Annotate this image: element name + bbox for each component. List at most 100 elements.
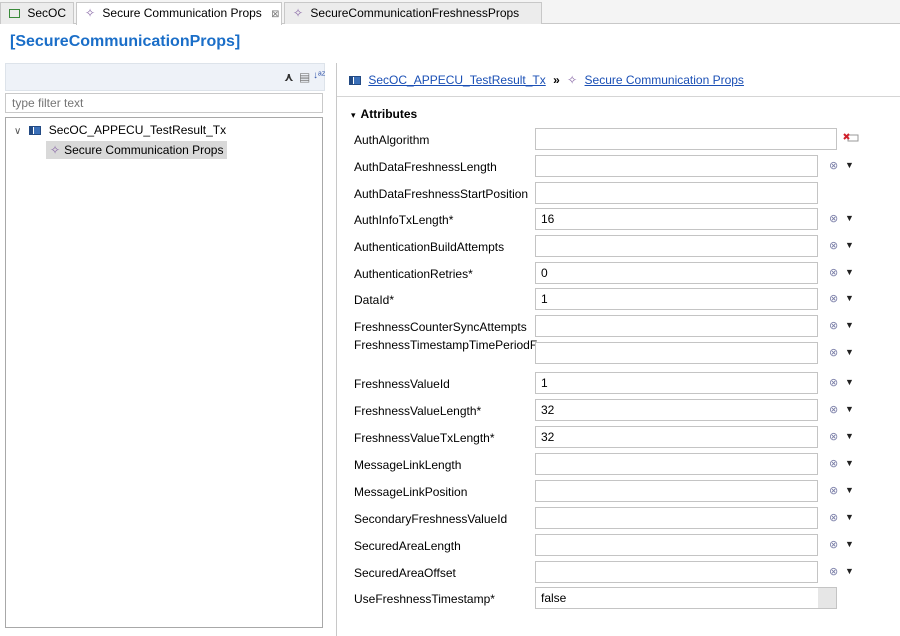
attribute-label: FreshnessValueTxLength*	[354, 431, 495, 445]
sort-alpha-icon[interactable]: ↓ᵃᶻ	[313, 70, 325, 81]
tab-label: SecOC	[27, 6, 67, 20]
close-icon[interactable]: ⊠	[271, 9, 279, 20]
breadcrumb-separator: »	[553, 73, 560, 87]
dropdown-arrow-icon[interactable]: ▼	[845, 539, 854, 549]
attribute-value-field[interactable]: 16	[535, 208, 818, 230]
attribute-row: UseFreshnessTimestamp* false	[337, 586, 900, 613]
prop-icon: ✧	[567, 73, 578, 87]
tab-label: Secure Communication Props	[102, 6, 262, 20]
reference-icon[interactable]: ⊗	[829, 346, 838, 359]
attribute-label: FreshnessTimestampTimePeriodF...	[354, 338, 546, 352]
reference-icon[interactable]: ⊗	[829, 484, 838, 497]
dropdown-arrow-icon[interactable]: ▼	[845, 404, 854, 414]
tree-item-label: SecOC_APPECU_TestResult_Tx	[48, 123, 227, 137]
reference-icon[interactable]: ⊗	[829, 403, 838, 416]
dropdown-arrow-icon[interactable]: ▼	[845, 485, 854, 495]
attribute-value-field[interactable]	[535, 453, 818, 475]
attribute-value-field[interactable]	[535, 534, 818, 556]
attribute-value-field[interactable]	[535, 128, 837, 150]
reference-icon[interactable]: ⊗	[829, 430, 838, 443]
attribute-label: MessageLinkPosition	[354, 485, 468, 499]
attribute-value-field[interactable]: 1	[535, 372, 818, 394]
attribute-value-field[interactable]	[535, 561, 818, 583]
attribute-value-field[interactable]: false	[535, 587, 837, 609]
tab-label: SecureCommunicationFreshnessProps	[310, 6, 520, 20]
attribute-label: MessageLinkLength	[354, 458, 462, 472]
dropdown-arrow-icon[interactable]: ▼	[845, 293, 854, 303]
dropdown-arrow-icon[interactable]: ▼	[845, 377, 854, 387]
reference-icon[interactable]: ⊗	[829, 511, 838, 524]
attribute-value-field[interactable]	[535, 480, 818, 502]
reference-icon[interactable]: ⊗	[829, 159, 838, 172]
reference-icon[interactable]: ⊗	[829, 292, 838, 305]
caret-down-icon[interactable]: ▾	[351, 110, 356, 120]
reference-icon[interactable]: ⊗	[829, 212, 838, 225]
attribute-value-field[interactable]	[535, 155, 818, 177]
attribute-value-field[interactable]: 1	[535, 288, 818, 310]
dropdown-arrow-icon[interactable]: ▼	[845, 347, 854, 357]
attribute-label: SecondaryFreshnessValueId	[354, 512, 508, 526]
dropdown-arrow-icon[interactable]: ▼	[845, 566, 854, 576]
tree-item-selected[interactable]: ✧ Secure Communication Props	[46, 141, 228, 159]
reference-icon[interactable]: ⊗	[829, 565, 838, 578]
attribute-label: AuthenticationRetries*	[354, 267, 473, 281]
error-icon[interactable]	[843, 132, 859, 144]
attribute-value-field[interactable]: 32	[535, 426, 818, 448]
reference-icon[interactable]: ⊗	[829, 457, 838, 470]
dropdown-arrow-icon[interactable]: ▼	[845, 240, 854, 250]
attributes-section-header[interactable]: ▾ Attributes	[351, 107, 417, 121]
chevron-down-icon[interactable]: ∨	[14, 122, 26, 142]
tab-secoc[interactable]: SecOC	[0, 2, 74, 24]
attribute-value-field[interactable]	[535, 235, 818, 257]
attribute-value-field[interactable]: 0	[535, 262, 818, 284]
reference-icon[interactable]: ⊗	[829, 239, 838, 252]
reference-icon[interactable]: ⊗	[829, 376, 838, 389]
attribute-row: AuthAlgorithm	[337, 127, 900, 154]
prop-icon: ✧	[85, 6, 96, 20]
reference-icon[interactable]: ⊗	[829, 319, 838, 332]
attribute-value-field[interactable]	[535, 182, 818, 204]
dropdown-arrow-icon[interactable]: ▼	[845, 213, 854, 223]
outline-pane: ⋏ ▤ ↓ᵃᶻ ∨ SecOC_APPECU_TestResult_Tx ✧Se…	[5, 63, 325, 629]
dropdown-arrow-icon[interactable]: ▼	[845, 160, 854, 170]
attribute-label: AuthDataFreshnessStartPosition	[354, 187, 529, 201]
attribute-row: AuthDataFreshnessLength ⊗ ▼	[337, 154, 900, 181]
attribute-row: AuthenticationRetries* 0 ⊗ ▼	[337, 261, 900, 288]
attribute-value-field[interactable]: 32	[535, 399, 818, 421]
attribute-value-field[interactable]	[535, 315, 818, 337]
dropdown-arrow-icon[interactable]: ▼	[845, 512, 854, 522]
module-outline-icon	[9, 9, 20, 19]
collapse-all-icon[interactable]: ▤	[299, 70, 310, 84]
breadcrumb-current-link[interactable]: Secure Communication Props	[585, 73, 744, 87]
link-editor-icon[interactable]: ⋏	[284, 70, 294, 84]
prop-icon: ✧	[293, 6, 304, 20]
attribute-row: FreshnessTimestampTimePeriodF... ⊗ ▼	[337, 338, 900, 368]
dropdown-arrow-icon[interactable]: ▼	[845, 431, 854, 441]
tab-secure-communication-freshness-props[interactable]: ✧ SecureCommunicationFreshnessProps	[284, 2, 542, 24]
attribute-row: AuthenticationBuildAttempts ⊗ ▼	[337, 234, 900, 261]
dropdown-arrow-icon[interactable]: ▼	[845, 267, 854, 277]
attribute-row: AuthDataFreshnessStartPosition	[337, 181, 900, 208]
attribute-value-field[interactable]	[535, 342, 818, 364]
attribute-value-field[interactable]	[535, 507, 818, 529]
section-title: Attributes	[360, 107, 418, 121]
attribute-row: FreshnessCounterSyncAttempts ⊗ ▼	[337, 314, 900, 341]
dropdown-arrow-icon[interactable]: ▼	[845, 320, 854, 330]
reference-icon[interactable]: ⊗	[829, 538, 838, 551]
tree-item-root[interactable]: ∨ SecOC_APPECU_TestResult_Tx	[6, 120, 322, 140]
breadcrumb-parent-link[interactable]: SecOC_APPECU_TestResult_Tx	[368, 73, 545, 87]
attribute-row: FreshnessValueTxLength* 32 ⊗ ▼	[337, 425, 900, 452]
tab-secure-communication-props[interactable]: ✧ Secure Communication Props ⊠	[76, 2, 282, 25]
tree-item-child[interactable]: ✧ Secure Communication Props	[6, 140, 322, 160]
attribute-row: MessageLinkPosition ⊗ ▼	[337, 479, 900, 506]
attribute-label: FreshnessValueId	[354, 377, 450, 391]
tree-item-label: Secure Communication Props	[64, 143, 224, 157]
attribute-row: FreshnessValueLength* 32 ⊗ ▼	[337, 398, 900, 425]
attribute-label: AuthInfoTxLength*	[354, 213, 454, 227]
editor-title: [SecureCommunicationProps]	[10, 33, 241, 50]
attributes-pane: SecOC_APPECU_TestResult_Tx » ✧ Secure Co…	[336, 63, 900, 636]
reference-icon[interactable]: ⊗	[829, 266, 838, 279]
dropdown-arrow-icon[interactable]: ▼	[845, 458, 854, 468]
tree-filter-input[interactable]	[5, 93, 323, 113]
attribute-label: SecuredAreaLength	[354, 539, 461, 553]
